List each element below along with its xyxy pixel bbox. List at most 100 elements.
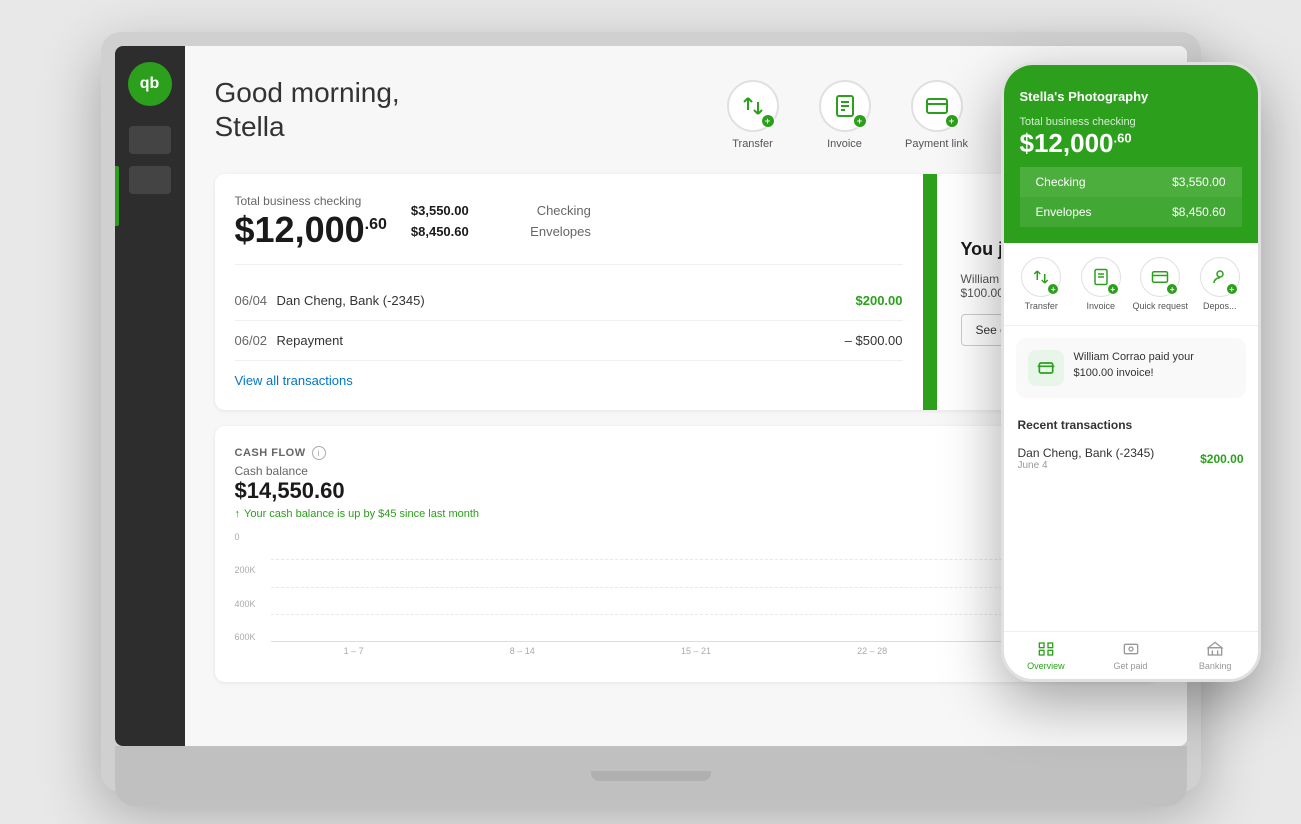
transactions-list: 06/04 Dan Cheng, Bank (-2345) $200.00 06… bbox=[235, 281, 903, 361]
tx-amount: – $500.00 bbox=[845, 333, 903, 348]
phone-invoice-label: Invoice bbox=[1086, 301, 1115, 311]
invoice-circle: + bbox=[819, 80, 871, 132]
info-icon[interactable]: i bbox=[312, 446, 326, 460]
phone-action-transfer[interactable]: + Transfer bbox=[1012, 257, 1072, 311]
phone-notif-text: William Corrao paid your $100.00 invoice… bbox=[1074, 350, 1234, 381]
phone-quick-request-icon bbox=[1151, 268, 1169, 286]
overview-icon bbox=[1037, 641, 1055, 657]
table-row: 06/04 Dan Cheng, Bank (-2345) $200.00 bbox=[235, 281, 903, 321]
total-balance: Total business checking $12,000.60 bbox=[235, 194, 387, 248]
greeting-text: Good morning, Stella bbox=[215, 76, 400, 143]
phone-plus-badge: + bbox=[1047, 283, 1059, 295]
getpaid-nav-icon bbox=[1121, 640, 1141, 658]
phone-invoice-icon bbox=[1092, 268, 1110, 286]
phone-overlay: Stella's Photography Total business chec… bbox=[1001, 62, 1261, 682]
payment-link-icon bbox=[925, 94, 949, 118]
phone-checking-row: Checking $3,550.00 bbox=[1020, 167, 1242, 197]
invoice-label: Invoice bbox=[827, 138, 862, 150]
plus-badge: + bbox=[761, 114, 775, 128]
phone-recent-section: Recent transactions Dan Cheng, Bank (-23… bbox=[1004, 410, 1258, 487]
checking-row: $3,550.00 Checking bbox=[411, 203, 591, 218]
phone-tx-row: Dan Cheng, Bank (-2345) June 4 $200.00 bbox=[1004, 438, 1258, 479]
invoice-icon bbox=[833, 94, 857, 118]
phone-quick-request-label: Quick request bbox=[1132, 301, 1188, 311]
table-row: 06/02 Repayment – $500.00 bbox=[235, 321, 903, 361]
view-all-link[interactable]: View all transactions bbox=[235, 373, 353, 388]
quick-action-payment-link[interactable]: + Payment link bbox=[901, 80, 973, 150]
balance-amount: $12,000.60 bbox=[235, 212, 387, 248]
tx-date: 06/02 bbox=[235, 333, 277, 348]
phone-tx-info: Dan Cheng, Bank (-2345) June 4 bbox=[1018, 446, 1155, 471]
qb-logo[interactable]: qb bbox=[128, 62, 172, 106]
tx-amount: $200.00 bbox=[856, 293, 903, 308]
phone-nav-overview[interactable]: Overview bbox=[1004, 640, 1089, 671]
phone-deposit-circle: + bbox=[1200, 257, 1240, 297]
phone-screen: Stella's Photography Total business chec… bbox=[1004, 65, 1258, 679]
phone-action-quick-request[interactable]: + Quick request bbox=[1131, 257, 1191, 311]
phone-plus-badge: + bbox=[1226, 283, 1238, 295]
balance-label: Total business checking bbox=[235, 194, 387, 208]
banking-nav-label: Banking bbox=[1199, 661, 1232, 671]
phone-envelopes-row: Envelopes $8,450.60 bbox=[1020, 197, 1242, 227]
chart-y-labels: 600K 400K 200K 0 bbox=[235, 532, 267, 642]
phone-invoice-circle: + bbox=[1081, 257, 1121, 297]
envelopes-row: $8,450.60 Envelopes bbox=[411, 224, 591, 239]
phone-recent-label: Recent transactions bbox=[1004, 418, 1258, 438]
phone-plus-badge: + bbox=[1107, 283, 1119, 295]
phone-header: Stella's Photography Total business chec… bbox=[1004, 65, 1258, 243]
balance-section: Total business checking $12,000.60 $3,55… bbox=[215, 174, 923, 410]
phone-tx-desc: Dan Cheng, Bank (-2345) bbox=[1018, 446, 1155, 460]
sidebar-item-2[interactable] bbox=[129, 166, 171, 194]
overview-nav-icon bbox=[1036, 640, 1056, 658]
balance-details: $3,550.00 Checking $8,450.60 Envelopes bbox=[411, 194, 591, 248]
phone-transfer-icon bbox=[1032, 268, 1050, 286]
transfer-icon bbox=[741, 94, 765, 118]
laptop-base bbox=[115, 746, 1187, 806]
phone-biz-name: Stella's Photography bbox=[1020, 89, 1242, 104]
tx-desc: Repayment bbox=[277, 333, 845, 348]
phone-transfer-circle: + bbox=[1021, 257, 1061, 297]
laptop-shell: qb Good morning, Stella bbox=[101, 32, 1201, 792]
phone-nav-banking[interactable]: Banking bbox=[1173, 640, 1258, 671]
laptop-notch bbox=[591, 771, 711, 781]
banking-icon bbox=[1206, 641, 1224, 657]
greeting: Good morning, Stella bbox=[215, 76, 400, 143]
payment-link-label: Payment link bbox=[905, 138, 968, 150]
phone-nav: Overview Get paid bbox=[1004, 631, 1258, 679]
sidebar: qb bbox=[115, 46, 185, 746]
phone-actions: + Transfer + Invoice bbox=[1004, 243, 1258, 326]
getpaid-nav-label: Get paid bbox=[1113, 661, 1147, 671]
transfer-circle: + bbox=[727, 80, 779, 132]
plus-badge: + bbox=[945, 114, 959, 128]
plus-badge: + bbox=[853, 114, 867, 128]
phone-action-deposit[interactable]: + Depos... bbox=[1190, 257, 1250, 311]
green-accent-bar bbox=[923, 174, 937, 410]
phone-balance-amount: $12,000.60 bbox=[1020, 128, 1242, 159]
banking-nav-icon bbox=[1205, 640, 1225, 658]
phone-tx-amount: $200.00 bbox=[1200, 452, 1243, 466]
phone-deposit-label: Depos... bbox=[1203, 301, 1237, 311]
payment-link-circle: + bbox=[911, 80, 963, 132]
quick-action-invoice[interactable]: + Invoice bbox=[809, 80, 881, 150]
phone-action-invoice[interactable]: + Invoice bbox=[1071, 257, 1131, 311]
sidebar-item-1[interactable] bbox=[129, 126, 171, 154]
phone-notif-icon bbox=[1028, 350, 1064, 386]
phone-plus-badge: + bbox=[1166, 283, 1178, 295]
sidebar-active-indicator bbox=[115, 166, 119, 226]
phone-notification: William Corrao paid your $100.00 invoice… bbox=[1016, 338, 1246, 398]
transfer-label: Transfer bbox=[732, 138, 773, 150]
getpaid-icon bbox=[1122, 641, 1140, 657]
phone-tx-date: June 4 bbox=[1018, 460, 1155, 471]
quick-action-transfer[interactable]: + Transfer bbox=[717, 80, 789, 150]
phone-nav-getpaid[interactable]: Get paid bbox=[1088, 640, 1173, 671]
tx-date: 06/04 bbox=[235, 293, 277, 308]
overview-nav-label: Overview bbox=[1027, 661, 1065, 671]
phone-deposit-icon bbox=[1211, 268, 1229, 286]
cashflow-title: CASH FLOW bbox=[235, 447, 306, 459]
phone-balance-label: Total business checking bbox=[1020, 116, 1242, 128]
phone-transfer-label: Transfer bbox=[1025, 301, 1058, 311]
payment-notification-icon bbox=[1036, 358, 1056, 378]
tx-desc: Dan Cheng, Bank (-2345) bbox=[277, 293, 856, 308]
qb-logo-text: qb bbox=[140, 75, 160, 93]
phone-quick-request-circle: + bbox=[1140, 257, 1180, 297]
